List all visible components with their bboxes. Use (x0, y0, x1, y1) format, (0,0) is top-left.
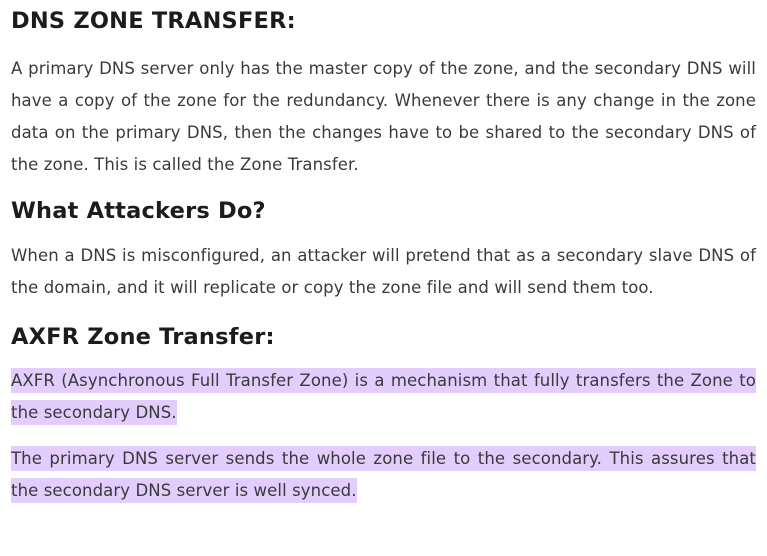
paragraph-attackers: When a DNS is misconfigured, an attacker… (11, 246, 756, 297)
paragraph-axfr-sync: The primary DNS server sends the whole z… (11, 443, 756, 507)
heading-dns-zone-transfer: DNS ZONE TRANSFER: (11, 8, 296, 34)
article-content: DNS ZONE TRANSFER: A primary DNS server … (0, 0, 767, 507)
heading-what-attackers-do: What Attackers Do? (11, 198, 266, 224)
highlighted-text: AXFR (Asynchronous Full Transfer Zone) i… (11, 368, 756, 425)
heading-axfr-zone-transfer: AXFR Zone Transfer: (11, 324, 275, 350)
paragraph-zone-transfer-intro: A primary DNS server only has the master… (11, 59, 756, 174)
highlighted-text: The primary DNS server sends the whole z… (11, 446, 756, 503)
paragraph-axfr-definition: AXFR (Asynchronous Full Transfer Zone) i… (11, 365, 756, 429)
